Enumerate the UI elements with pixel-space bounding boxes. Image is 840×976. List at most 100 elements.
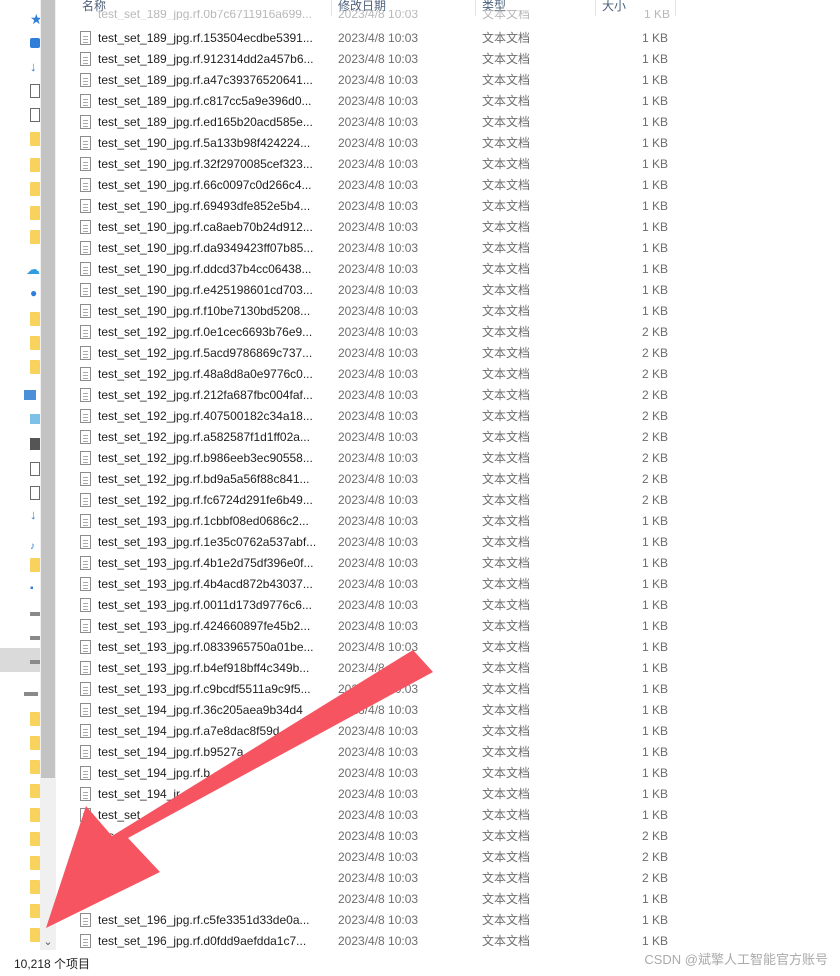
file-row[interactable]: test_set_192_jpg.rf.407500182c34a18... 20… (62, 406, 682, 427)
file-type: 文本文档 (482, 850, 531, 864)
text-file-icon (80, 892, 91, 906)
folder-icon[interactable] (30, 558, 40, 572)
file-date: 2023/4/8 10:03 (338, 409, 419, 423)
file-row[interactable]: test_set_192_jpg.rf.0e1cec6693b76e9... 20… (62, 322, 682, 343)
file-name: test_set_192_jpg.rf.5acd9786869c737... (98, 346, 313, 360)
file-row[interactable]: test_set_193_jpg.rf.b4ef918bff4c349b... 2… (62, 658, 682, 679)
file-row[interactable]: test_set_193_jpg.rf.1e35c0762a537abf... 2… (62, 532, 682, 553)
desktop-icon[interactable] (30, 38, 40, 48)
music-icon[interactable]: ♪ (30, 540, 40, 554)
file-date: 2023/4/8 10:03 (338, 73, 419, 87)
file-row[interactable]: test_set_190_jpg.rf.32f2970085cef323... 2… (62, 154, 682, 175)
text-file-icon (80, 871, 91, 885)
folder-icon[interactable] (30, 736, 40, 750)
folder-icon[interactable] (30, 880, 40, 894)
documents-icon[interactable] (30, 108, 40, 122)
file-row[interactable]: test_set_193_jpg.rf.0011d173d9776c6... 20… (62, 595, 682, 616)
file-row[interactable]: 2023/4/8 10:03 文本文档 2 KB (62, 868, 682, 889)
file-row[interactable]: test_set_194_jpg.rf.a7e8dac8f59d 2023/4/8… (62, 721, 682, 742)
folder-icon[interactable] (30, 712, 40, 726)
download-icon[interactable]: ↓ (30, 508, 40, 522)
file-row[interactable]: test_set_190_jpg.rf.f10be7130bd5208... 20… (62, 301, 682, 322)
file-row[interactable]: test_set_194_jpg.rf.36c205aea9b34d4 2023/… (62, 700, 682, 721)
video-icon[interactable] (30, 438, 40, 450)
file-date: 2023/4/8 10:03 (338, 745, 419, 759)
folder-icon[interactable] (30, 182, 40, 196)
file-row[interactable]: test_set_192_jpg.rf.bd9a5a56f88c841... 20… (62, 469, 682, 490)
file-row[interactable]: test_set_189_jpg.rf.c817cc5a9e396d0... 20… (62, 91, 682, 112)
folder-icon[interactable] (30, 784, 40, 798)
scroll-down-chevron-icon[interactable]: ⌄ (40, 934, 56, 950)
file-row[interactable]: test_set_196_jpg.rf.d0fdd9aefdda1c7... 20… (62, 931, 682, 952)
file-row[interactable]: test_set_194_jr 2023/4/8 10:03 文本文档 1 KB (62, 784, 682, 805)
folder-icon[interactable] (30, 132, 40, 146)
file-row[interactable]: t 2023/4/8 10:03 文本文档 2 KB (62, 847, 682, 868)
network-drive-icon[interactable] (24, 692, 38, 696)
pictures-icon[interactable] (30, 462, 40, 476)
documents-icon[interactable] (30, 486, 40, 500)
partial-row-name: test_set_189_jpg.rf.0b7c6711916a699... (98, 10, 312, 20)
file-row[interactable]: test_set_190_jpg.rf.e425198601cd703... 20… (62, 280, 682, 301)
text-file-icon (80, 829, 91, 843)
file-row[interactable]: test_set_189_jpg.rf.a47c39376520641... 20… (62, 70, 682, 91)
file-row[interactable]: test_set_194_jpg.rf.b 2023/4/8 10:03 文本文档 1… (62, 763, 682, 784)
drive-icon[interactable] (30, 612, 40, 616)
file-row[interactable]: test_set_190_jpg.rf.66c0097c0d266c4... 20… (62, 175, 682, 196)
file-row[interactable]: test_set_192_jpg.rf.48a8d8a0e9776c0... 20… (62, 364, 682, 385)
drive-icon[interactable] (30, 636, 40, 640)
file-row[interactable]: test_set_192_jpg.rf.212fa687fbc004faf...… (62, 385, 682, 406)
file-row[interactable]: test_set_196_jpg.rf.c5fe3351d33de0a... 20… (62, 910, 682, 931)
file-row[interactable]: test_set_192_jpg.rf.b986eeb3ec90558... 20… (62, 448, 682, 469)
file-row[interactable]: test_set_193_jpg.rf.c9bcdf5511a9c9f5... 2… (62, 679, 682, 700)
folder-icon[interactable] (30, 336, 40, 350)
folder-icon[interactable] (30, 360, 40, 374)
file-row[interactable]: test_set_194_jpg.rf.b9527a 2023/4/8 10:03… (62, 742, 682, 763)
file-row[interactable]: test_set_192_jpg.rf.fc6724d291fe6b49... 2… (62, 490, 682, 511)
file-date: 2023/4/8 10:03 (338, 787, 419, 801)
quick-access-star-icon[interactable]: ★ (30, 12, 40, 26)
download-icon[interactable]: ↓ (30, 60, 40, 74)
file-row[interactable]: test_set_193_jpg.rf.1cbbf08ed0686c2... 20… (62, 511, 682, 532)
file-row[interactable]: test_set_190_jpg.rf.5a133b98f424224... 20… (62, 133, 682, 154)
file-row[interactable]: test_set_192_jpg.rf.5acd9786869c737... 20… (62, 343, 682, 364)
folder-icon[interactable] (30, 230, 40, 244)
file-row[interactable]: test_set_193_jpg.rf.4b4acd872b43037... 20… (62, 574, 682, 595)
file-row[interactable]: test_set_193_jpg.rf.0833965750a01be... 20… (62, 637, 682, 658)
onedrive-cloud-icon[interactable]: ☁ (26, 262, 40, 276)
file-row[interactable]: 2023/4/8 10:03 文本文档 1 KB (62, 889, 682, 910)
file-row[interactable]: test_set_192_jpg.rf.a582587f1d1ff02a... 2… (62, 427, 682, 448)
file-row[interactable]: test_set_189_jpg.rf.153504ecdbe5391... 20… (62, 28, 682, 49)
file-row[interactable]: test_set_193_jpg.rf.424660897fe45b2... 20… (62, 616, 682, 637)
file-date: 2023/4/8 10:03 (338, 724, 419, 738)
file-row[interactable]: test_set 2023/4/8 10:03 文本文档 1 KB (62, 805, 682, 826)
folder-icon[interactable] (30, 928, 40, 942)
file-row[interactable]: test_set_190_jpg.rf.da9349423ff07b85... 2… (62, 238, 682, 259)
file-row[interactable]: test_set_189_jpg.rf.ed165b20acd585e... 20… (62, 112, 682, 133)
person-icon[interactable]: ● (30, 286, 40, 300)
file-row[interactable]: test_set_193_jpg.rf.4b1e2d75df396e0f... 2… (62, 553, 682, 574)
file-row[interactable]: test_set_190_jpg.rf.69493dfe852e5b4... 20… (62, 196, 682, 217)
file-row[interactable]: test_set_190_jpg.rf.ddcd37b4cc06438... 20… (62, 259, 682, 280)
folder-icon[interactable] (30, 760, 40, 774)
file-row[interactable]: tes 2023/4/8 10:03 文本文档 2 KB (62, 826, 682, 847)
desktop-grid-icon[interactable]: ▪ (30, 582, 40, 596)
folder-icon[interactable] (30, 158, 40, 172)
folder-icon[interactable] (30, 312, 40, 326)
file-row[interactable]: test_set_190_jpg.rf.ca8aeb70b24d912... 20… (62, 217, 682, 238)
objects-3d-icon[interactable] (30, 414, 40, 424)
folder-icon[interactable] (30, 808, 40, 822)
this-pc-icon[interactable] (24, 390, 36, 400)
nav-scrollbar-thumb[interactable] (41, 0, 55, 778)
documents-icon[interactable] (30, 84, 40, 98)
file-row[interactable]: test_set_189_jpg.rf.912314dd2a457b6... 20… (62, 49, 682, 70)
file-type: 文本文档 (482, 199, 531, 213)
folder-icon[interactable] (30, 832, 40, 846)
navigation-pane[interactable]: ★ ↓ ☁ ● ↓ ♪ ▪ (0, 0, 40, 950)
nav-scrollbar[interactable]: ⌄ (40, 0, 56, 950)
drive-icon[interactable] (30, 660, 40, 664)
folder-icon[interactable] (30, 206, 40, 220)
folder-icon[interactable] (30, 904, 40, 918)
file-name: test_set_192_jpg.rf.fc6724d291fe6b49... (98, 493, 313, 507)
folder-icon[interactable] (30, 856, 40, 870)
text-file-icon (80, 661, 91, 675)
